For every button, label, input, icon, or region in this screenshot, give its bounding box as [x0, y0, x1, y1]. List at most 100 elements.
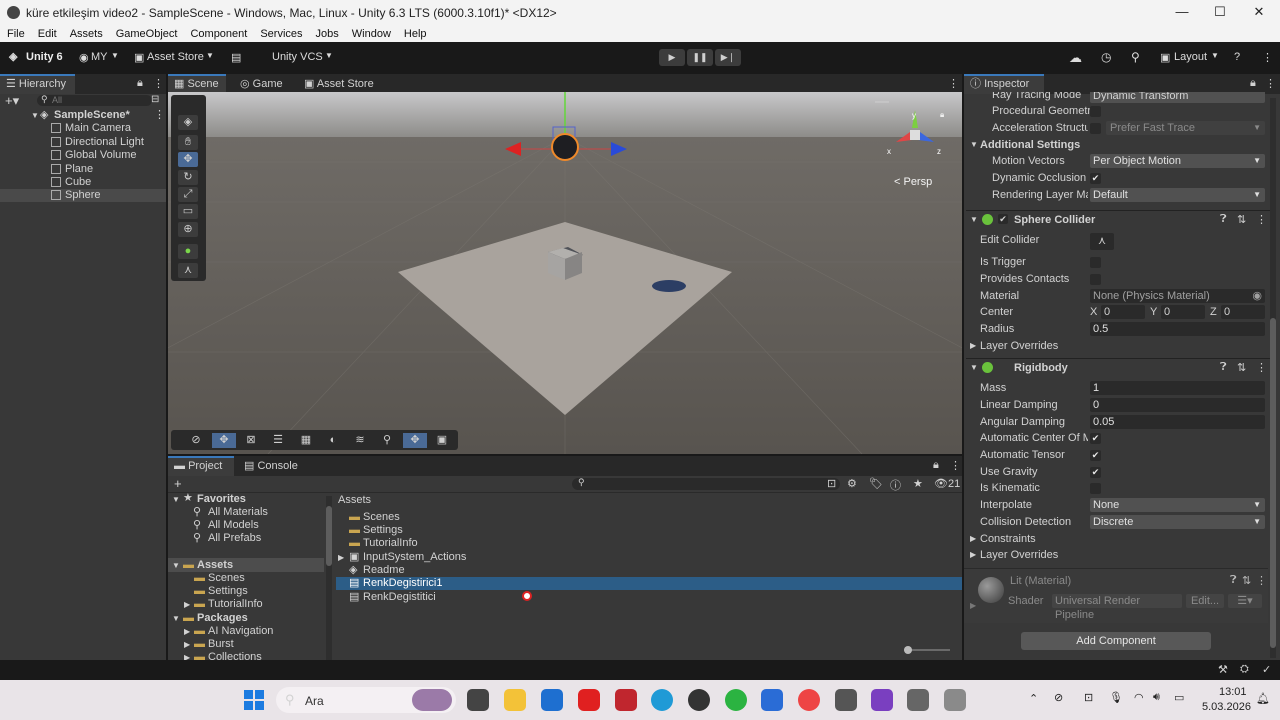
- create-asset-button[interactable]: +: [174, 476, 182, 492]
- windows-start-icon[interactable]: [244, 690, 264, 710]
- unity-vcs-dropdown[interactable]: Unity VCS: [272, 51, 323, 63]
- snap-move-icon[interactable]: ✥: [403, 433, 427, 448]
- move-handle-icon[interactable]: ✥: [212, 433, 236, 448]
- physics-material-field[interactable]: None (Physics Material) ◉: [1090, 289, 1265, 303]
- taskbar-time[interactable]: 13:01: [1219, 686, 1247, 698]
- package-icon[interactable]: ▤: [231, 51, 241, 64]
- shader-edit-button[interactable]: Edit...: [1186, 594, 1224, 608]
- unity-editor-icon[interactable]: [907, 689, 929, 711]
- hierarchy-item-sphere[interactable]: Sphere: [0, 189, 166, 202]
- label-filter-icon[interactable]: 🏷︎: [869, 477, 883, 490]
- filter-icon[interactable]: ⊟: [151, 94, 159, 105]
- tab-asset-store[interactable]: ▣ Asset Store: [298, 74, 380, 94]
- panel-menu-icon[interactable]: ⋮: [1265, 77, 1276, 90]
- favorite-item-all-models[interactable]: All Models: [208, 519, 259, 532]
- tray-network-icon[interactable]: ⊡: [1084, 691, 1093, 704]
- tree-folder-tutorialinfo[interactable]: TutorialInfo: [208, 598, 263, 611]
- use-gravity-checkbox[interactable]: ✔: [1090, 467, 1101, 478]
- tab-project[interactable]: ▬ Project: [168, 456, 234, 476]
- menu-jobs[interactable]: Jobs: [316, 28, 339, 40]
- youtube-icon[interactable]: [578, 689, 600, 711]
- menu-gameobject[interactable]: GameObject: [116, 28, 178, 40]
- dynamic-occlusion-checkbox[interactable]: ✔: [1090, 173, 1101, 184]
- history-icon[interactable]: ◷: [1101, 50, 1111, 64]
- asset-row-renkdegistirici1[interactable]: ▤ RenkDegistirici1: [336, 577, 962, 590]
- auto-tensor-checkbox[interactable]: ✔: [1090, 450, 1101, 461]
- cloud-icon[interactable]: ☁: [1069, 50, 1082, 66]
- angular-damping-field[interactable]: 0.05: [1090, 415, 1265, 429]
- interpolate-dropdown[interactable]: None ▼: [1090, 498, 1265, 512]
- minimize-button[interactable]: —: [1167, 4, 1197, 22]
- notification-bell-icon[interactable]: 🔔︎: [1256, 692, 1270, 705]
- collision-detection-dropdown[interactable]: Discrete ▼: [1090, 515, 1265, 529]
- procedural-geometry-checkbox[interactable]: [1090, 106, 1101, 117]
- radius-field[interactable]: 0.5: [1090, 322, 1265, 336]
- tree-folder-scenes[interactable]: Scenes: [208, 572, 245, 585]
- shader-dropdown[interactable]: Universal Render Pipeline: [1052, 594, 1182, 621]
- presets-icon[interactable]: ⇅: [1237, 361, 1246, 374]
- edge-icon[interactable]: [651, 689, 673, 711]
- task-view-icon[interactable]: [467, 689, 489, 711]
- step-button[interactable]: ▶❘: [715, 49, 741, 66]
- search-icon[interactable]: ⚲: [1131, 50, 1140, 64]
- tray-app-icon[interactable]: ⊘: [1054, 691, 1063, 704]
- tree-scrollbar-thumb[interactable]: [326, 506, 332, 566]
- acceleration-dropdown[interactable]: Prefer Fast Trace ▼: [1106, 121, 1265, 135]
- center-z-field[interactable]: 0: [1221, 305, 1265, 319]
- wifi-icon[interactable]: ◠: [1134, 691, 1144, 704]
- hierarchy-item-plane[interactable]: Plane: [0, 163, 166, 176]
- tab-scene[interactable]: ▦ Scene: [168, 74, 226, 94]
- asset-row-renkdegistitici[interactable]: ▤ RenkDegistitici: [336, 591, 962, 604]
- visual-studio-icon[interactable]: [871, 689, 893, 711]
- assets-breadcrumb[interactable]: Assets: [338, 494, 371, 507]
- play-button[interactable]: ▶: [659, 49, 685, 66]
- todo-icon[interactable]: [761, 689, 783, 711]
- collider-tool-icon[interactable]: ●: [178, 244, 198, 259]
- search-by-type-icon[interactable]: ⊡: [827, 477, 836, 490]
- hierarchy-item-directional-light[interactable]: Directional Light: [0, 136, 166, 149]
- constraints-foldout[interactable]: Constraints: [980, 533, 1036, 545]
- whatsapp-icon[interactable]: [725, 689, 747, 711]
- rendering-layer-dropdown[interactable]: Default ▼: [1090, 188, 1265, 202]
- inspector-scrollbar-thumb[interactable]: [1270, 318, 1276, 648]
- menu-edit[interactable]: Edit: [38, 28, 57, 40]
- package-burst[interactable]: Burst: [208, 638, 234, 651]
- gizmo-center-cube[interactable]: [910, 130, 920, 140]
- packages-tree-label[interactable]: Packages: [197, 612, 248, 625]
- transform-tool-icon[interactable]: ⊕: [178, 222, 198, 237]
- sphere-collider-header[interactable]: ▼ ✔ Sphere Collider ❓︎ ⇅ ⋮: [966, 210, 1270, 229]
- maximize-button[interactable]: ☐: [1205, 4, 1235, 22]
- menu-component[interactable]: Component: [190, 28, 247, 40]
- more-menu-icon[interactable]: ⋮: [1262, 51, 1273, 64]
- asset-row-settings[interactable]: ▬ Settings: [336, 524, 962, 537]
- grid-snap-icon[interactable]: ▦: [294, 433, 318, 448]
- edit-collider-tool-icon[interactable]: ⋏: [178, 263, 198, 278]
- scene-viewport[interactable]: [168, 92, 962, 454]
- acceleration-checkbox[interactable]: [1090, 123, 1101, 134]
- bake-icon[interactable]: ⛭: [1240, 663, 1249, 676]
- rect-tool-icon[interactable]: ▭: [178, 204, 198, 219]
- center-y-field[interactable]: 0: [1161, 305, 1205, 319]
- component-menu-icon[interactable]: ⋮: [1256, 213, 1267, 226]
- help-icon[interactable]: ❓︎: [1230, 574, 1237, 587]
- additional-settings-header[interactable]: Additional Settings: [980, 139, 1080, 151]
- asset-row-tutorialinfo[interactable]: ▬ TutorialInfo: [336, 537, 962, 550]
- close-button[interactable]: ✕: [1244, 4, 1274, 22]
- chrome-icon[interactable]: [798, 689, 820, 711]
- orientation-tool-icon[interactable]: ⊘: [184, 433, 208, 448]
- menu-file[interactable]: File: [7, 28, 25, 40]
- asset-store-dropdown[interactable]: Asset Store: [147, 51, 204, 63]
- shading-mode-icon[interactable]: ◐: [321, 433, 345, 448]
- menu-assets[interactable]: Assets: [70, 28, 103, 40]
- store-icon[interactable]: [541, 689, 563, 711]
- edit-collider-button[interactable]: ⋏: [1090, 233, 1114, 250]
- scale-tool-icon[interactable]: ⤢: [178, 187, 198, 202]
- asset-row-scenes[interactable]: ▬ Scenes: [336, 511, 962, 524]
- center-x-field[interactable]: 0: [1101, 305, 1145, 319]
- presets-icon[interactable]: ⇅: [1242, 574, 1251, 587]
- tab-console[interactable]: ▤ Console: [238, 456, 304, 476]
- rotate-tool-icon[interactable]: ↻: [178, 170, 198, 185]
- asset-row-readme[interactable]: ◈ Readme: [336, 564, 962, 577]
- panel-menu-icon[interactable]: ⋮: [153, 77, 164, 90]
- component-menu-icon[interactable]: ⋮: [1256, 574, 1267, 587]
